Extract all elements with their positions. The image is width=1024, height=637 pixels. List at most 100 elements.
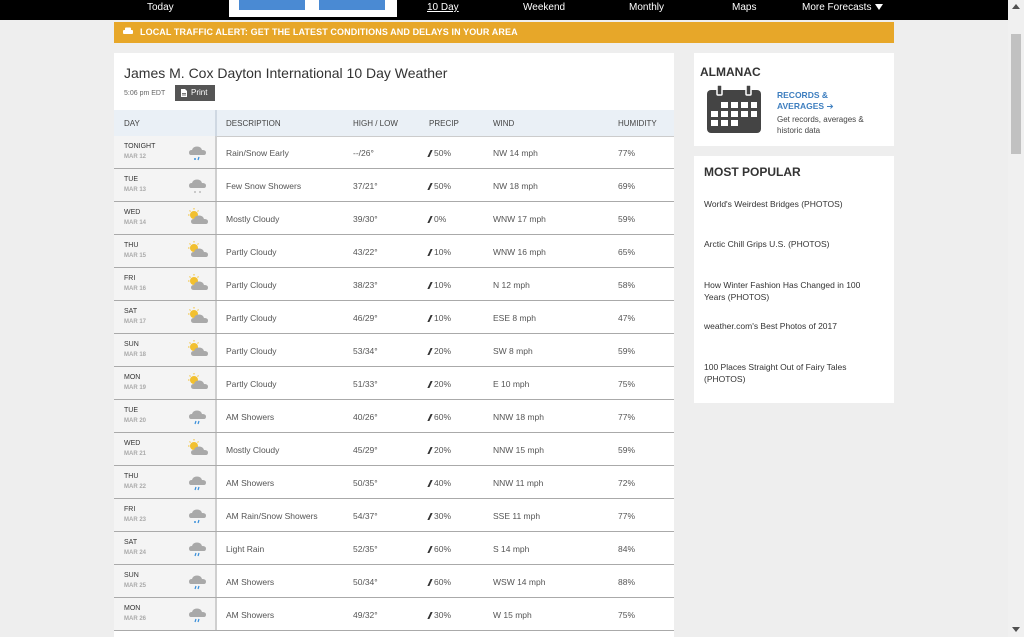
nav-today[interactable]: Today (147, 2, 174, 13)
wind-value: ESE 8 mph (493, 313, 536, 323)
humidity-value: 65% (618, 247, 636, 257)
records-averages-link[interactable]: RECORDS & AVERAGES ➔ (777, 90, 834, 112)
scroll-up-icon[interactable] (1012, 4, 1020, 9)
nav-weekend[interactable]: Weekend (523, 2, 565, 13)
most-popular-heading: MOST POPULAR (704, 165, 801, 179)
nav-maps[interactable]: Maps (732, 2, 756, 13)
high-low-temp: 50/35° (353, 478, 378, 488)
day-cell: TUE MAR 20 (114, 400, 217, 432)
almanac-card: ALMANAC RECORDS & AVERAGES ➔ Get records… (694, 53, 894, 146)
table-row[interactable]: FRI MAR 16 Partly Cloudy 38/23° 10% N 12 mph 5… (114, 268, 674, 301)
popular-link[interactable]: 100 Places Straight Out of Fairy Tales (… (704, 361, 884, 385)
high-low-temp: 51/33° (353, 379, 378, 389)
day-date: MAR 24 (124, 550, 147, 556)
table-row[interactable]: SUN MAR 25 AM Showers 50/34° 60% WSW 14 mph 88… (114, 565, 674, 598)
page-scrollbar[interactable] (1008, 0, 1024, 637)
popular-link[interactable]: How Winter Fashion Has Changed in 100 Ye… (704, 279, 884, 303)
day-cell: SAT MAR 24 (114, 532, 217, 564)
wind-value: WNW 17 mph (493, 214, 546, 224)
high-low-temp: 38/23° (353, 280, 378, 290)
nav-more-forecasts[interactable]: More Forecasts (802, 2, 884, 13)
popular-link[interactable]: Arctic Chill Grips U.S. (PHOTOS) (704, 238, 884, 250)
high-low-temp: 54/37° (353, 511, 378, 521)
table-row[interactable]: SUN MAR 18 Partly Cloudy 53/34° 20% SW 8 mph 5… (114, 334, 674, 367)
day-cell: SUN MAR 25 (114, 565, 217, 597)
high-low-temp: 45/29° (353, 445, 378, 455)
raindrop-icon (427, 249, 433, 256)
table-row[interactable]: TUE MAR 13 Few Snow Showers 37/21° 50% NW 18 … (114, 169, 674, 202)
print-label: Print (191, 88, 208, 97)
partly-cloudy-icon (186, 372, 210, 394)
wind-value: SW 8 mph (493, 346, 533, 356)
precip-value: 60% (434, 412, 452, 422)
nav-monthly[interactable]: Monthly (629, 2, 664, 13)
scrollbar-thumb[interactable] (1011, 34, 1021, 154)
day-cell: SAT MAR 17 (114, 301, 217, 333)
table-row[interactable]: TONIGHT MAR 12 Rain/Snow Early --/26° 50% NW … (114, 136, 674, 169)
snow-showers-icon (186, 174, 210, 196)
table-row[interactable]: THU MAR 15 Partly Cloudy 43/22° 10% WNW 16 mp… (114, 235, 674, 268)
day-name: THU (124, 242, 139, 249)
nav-10-day[interactable]: 10 Day (427, 2, 459, 13)
humidity-value: 77% (618, 148, 636, 158)
table-row[interactable]: WED MAR 14 Mostly Cloudy 39/30° 0% WNW 17 mph… (114, 202, 674, 235)
day-date: MAR 26 (124, 616, 147, 622)
table-row[interactable]: MON MAR 19 Partly Cloudy 51/33° 20% E 10 mph 7… (114, 367, 674, 400)
high-low-temp: 37/21° (353, 181, 378, 191)
day-date: MAR 25 (124, 583, 147, 589)
wind-value: NNW 15 mph (493, 445, 545, 455)
header-high-low: HIGH / LOW (353, 119, 398, 128)
precip-value: 20% (434, 346, 452, 356)
table-row[interactable]: WED MAR 21 Mostly Cloudy 45/29° 20% NNW 15 mp… (114, 433, 674, 466)
precip-cell: 20% (427, 346, 452, 356)
scroll-down-icon[interactable] (1012, 627, 1020, 632)
precip-cell: 0% (427, 214, 446, 224)
popular-link[interactable]: weather.com's Best Photos of 2017 (704, 320, 884, 332)
day-name: MON (124, 605, 141, 612)
humidity-value: 75% (618, 610, 636, 620)
day-date: MAR 19 (124, 385, 147, 391)
records-link-line2: AVERAGES (777, 101, 825, 111)
day-date: MAR 15 (124, 253, 147, 259)
partly-cloudy-icon (186, 306, 210, 328)
precip-value: 10% (434, 247, 452, 257)
day-cell: MON MAR 26 (114, 598, 217, 630)
raindrop-icon (427, 315, 433, 322)
raindrop-icon (427, 546, 433, 553)
day-name: TUE (124, 407, 138, 414)
header-description: DESCRIPTION (226, 119, 281, 128)
traffic-alert-text: LOCAL TRAFFIC ALERT: GET THE LATEST COND… (140, 27, 518, 37)
almanac-heading: ALMANAC (700, 65, 761, 79)
forecast-description: Mostly Cloudy (226, 445, 280, 455)
table-row[interactable]: TUE MAR 20 AM Showers 40/26° 60% NNW 18 mph 77… (114, 400, 674, 433)
table-header: DAY DESCRIPTION HIGH / LOW PRECIP WIND H… (114, 110, 674, 137)
wind-value: N 12 mph (493, 280, 530, 290)
traffic-alert-banner[interactable]: LOCAL TRAFFIC ALERT: GET THE LATEST COND… (114, 22, 894, 43)
humidity-value: 47% (618, 313, 636, 323)
day-cell: SUN MAR 18 (114, 334, 217, 366)
wind-value: WNW 16 mph (493, 247, 546, 257)
forecast-description: Partly Cloudy (226, 346, 277, 356)
wind-value: NNW 11 mph (493, 478, 544, 488)
header-day: DAY (124, 119, 140, 128)
humidity-value: 59% (618, 214, 636, 224)
humidity-value: 77% (618, 412, 636, 422)
day-name: SAT (124, 308, 138, 315)
wind-value: WSW 14 mph (493, 577, 546, 587)
table-row[interactable]: SAT MAR 24 Light Rain 52/35° 60% S 14 mph 84% (114, 532, 674, 565)
print-button[interactable]: Print (175, 85, 215, 101)
precip-value: 20% (434, 445, 452, 455)
table-row[interactable]: SAT MAR 17 Partly Cloudy 46/29° 10% ESE 8 mph… (114, 301, 674, 334)
popular-link[interactable]: World's Weirdest Bridges (PHOTOS) (704, 198, 884, 210)
table-row[interactable]: THU MAR 22 AM Showers 50/35° 40% NNW 11 mph 72… (114, 466, 674, 499)
table-row[interactable]: MON MAR 26 AM Showers 49/32° 30% W 15 mph 75% (114, 598, 674, 631)
table-row[interactable]: FRI MAR 23 AM Rain/Snow Showers 54/37° 30% SS… (114, 499, 674, 532)
showers-icon (186, 603, 210, 625)
day-cell: TUE MAR 13 (114, 169, 217, 201)
precip-cell: 60% (427, 544, 451, 554)
most-popular-card: MOST POPULAR World's Weirdest Bridges (P… (694, 156, 894, 403)
wind-value: NW 18 mph (493, 181, 538, 191)
day-cell: FRI MAR 23 (114, 499, 217, 531)
car-icon (123, 27, 133, 34)
forecast-description: Partly Cloudy (226, 313, 277, 323)
